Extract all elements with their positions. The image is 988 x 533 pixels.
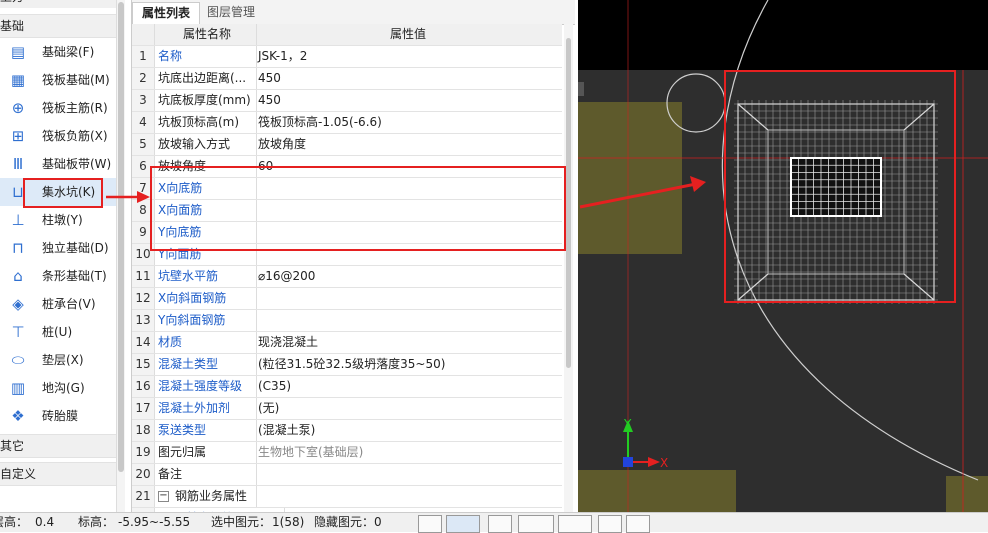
snap-tool-button[interactable] [446, 515, 480, 533]
view-tool-button[interactable] [598, 515, 622, 533]
hidden-label: 隐藏图元： [314, 515, 375, 529]
selected-label: 选中图元： [211, 515, 272, 529]
plus-tool-button[interactable] [558, 515, 592, 533]
floor-height-label: 层高： [0, 515, 29, 529]
arc-tool-button[interactable] [626, 515, 650, 533]
selected-value: 1(58) [272, 515, 305, 529]
hidden-value: 0 [374, 515, 382, 529]
floor-height-value: 0.4 [35, 515, 55, 529]
line-snap-tool-button[interactable] [518, 515, 554, 533]
status-bar: 层高： 0.4 标高： -5.95~-5.55 选中图元： 1(58) 隐藏图元… [0, 512, 988, 533]
no-snap-tool-button[interactable] [488, 515, 512, 533]
orthogonal-tool-button[interactable] [418, 515, 442, 533]
elevation-label: 标高： [78, 515, 115, 529]
elevation-value: -5.95~-5.55 [118, 515, 191, 529]
annotation-arrows [106, 191, 150, 203]
